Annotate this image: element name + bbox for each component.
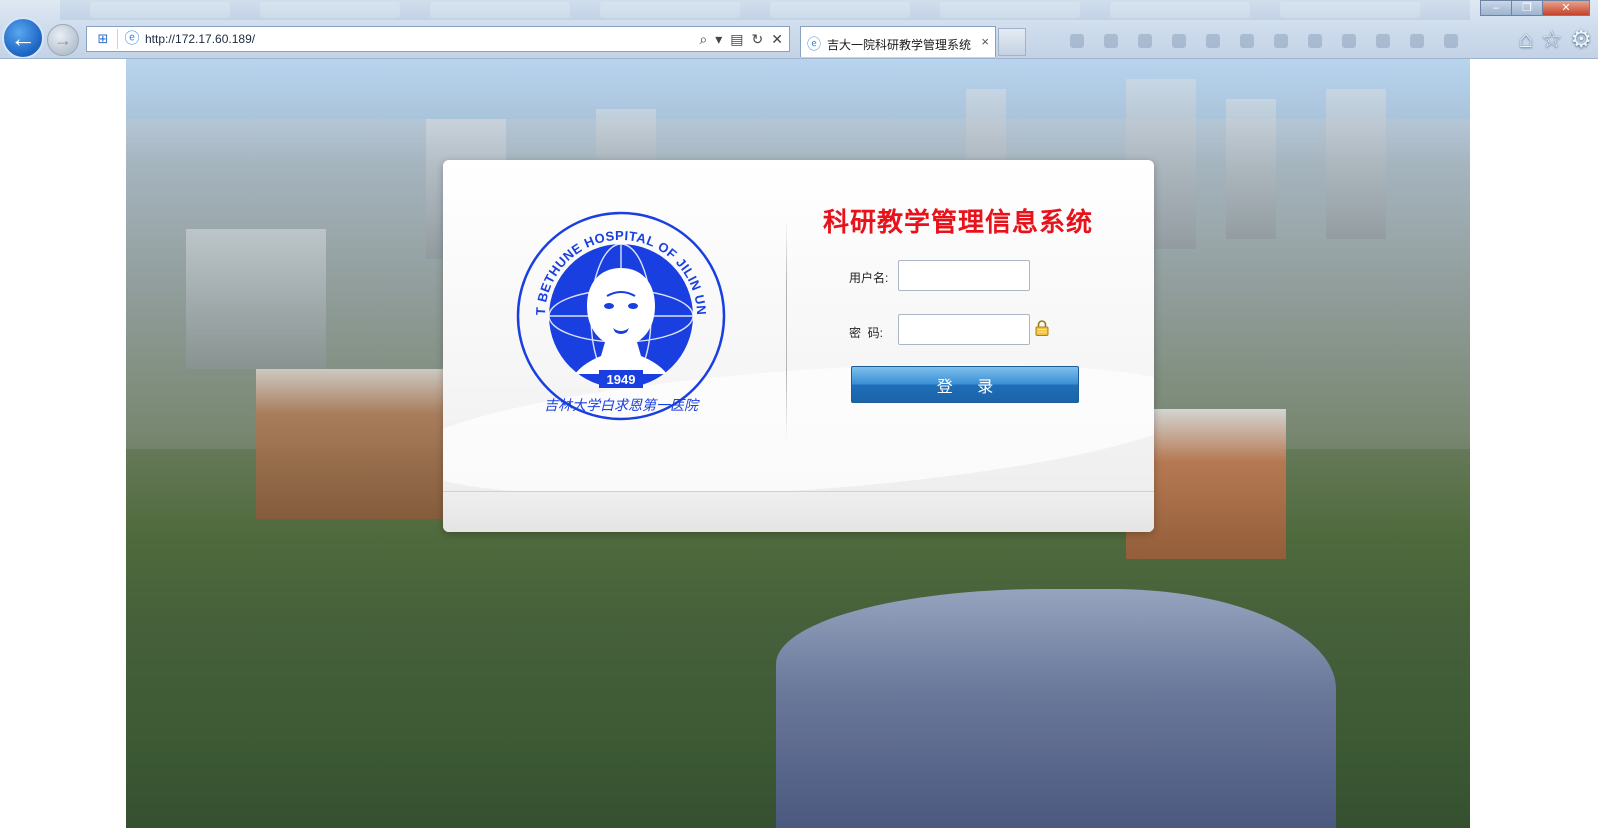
ie-page-icon: ⓔ bbox=[124, 30, 140, 47]
favorites-icon[interactable]: ☆ bbox=[1541, 26, 1563, 54]
browser-right-icons: ⌂ ☆ ⚙ bbox=[1518, 26, 1592, 54]
window-controls: – ❐ ✕ bbox=[1480, 0, 1590, 16]
seal-year: 1949 bbox=[607, 372, 636, 387]
address-url[interactable]: http://172.17.60.189/ bbox=[145, 32, 255, 46]
password-input[interactable] bbox=[898, 314, 1030, 345]
back-arrow-icon: ← bbox=[10, 22, 36, 53]
ie-tab-icon: ⓔ bbox=[807, 36, 821, 52]
login-button[interactable]: 登 录 bbox=[851, 366, 1079, 403]
browser-chrome: – ❐ ✕ ← → ⊞ ⓔ http://172.17.60.189/ ⌕ ▾ … bbox=[0, 0, 1598, 59]
hospital-seal-logo: THE FIRST BETHUNE HOSPITAL OF JILIN UNIV… bbox=[515, 210, 726, 421]
home-icon[interactable]: ⌂ bbox=[1518, 26, 1533, 54]
panel-divider bbox=[786, 218, 787, 440]
address-tools: ⌕ ▾ ▤ ↻ ✕ bbox=[699, 29, 783, 49]
back-button[interactable]: ← bbox=[2, 17, 44, 58]
command-bar-icons bbox=[1060, 30, 1480, 52]
lake bbox=[776, 589, 1336, 828]
background-tabstrip bbox=[60, 0, 1470, 20]
lock-icon[interactable] bbox=[1035, 320, 1049, 336]
refresh-icon[interactable]: ↻ bbox=[752, 29, 764, 49]
stop-icon[interactable]: ✕ bbox=[771, 29, 783, 49]
minimize-button[interactable]: – bbox=[1480, 0, 1512, 16]
username-input[interactable] bbox=[898, 260, 1030, 291]
tab-title: 吉大一院科研教学管理系统 bbox=[827, 38, 972, 52]
password-label: 密 码: bbox=[849, 326, 884, 340]
gear-icon[interactable]: ⚙ bbox=[1570, 26, 1592, 54]
restore-button[interactable]: ❐ bbox=[1511, 0, 1543, 16]
forward-button[interactable]: → bbox=[47, 24, 79, 56]
login-panel: THE FIRST BETHUNE HOSPITAL OF JILIN UNIV… bbox=[443, 160, 1154, 532]
seal-bottom-text: 吉林大学白求恩第一医院 bbox=[544, 398, 700, 414]
close-window-button[interactable]: ✕ bbox=[1542, 0, 1590, 16]
username-label: 用户名: bbox=[849, 271, 889, 285]
forward-arrow-icon: → bbox=[54, 29, 72, 50]
system-title: 科研教学管理信息系统 bbox=[823, 208, 1094, 238]
dropdown-icon[interactable]: ▾ bbox=[715, 29, 722, 49]
hospital-building-left bbox=[256, 369, 446, 519]
active-tab[interactable]: ⓔ 吉大一院科研教学管理系统 × bbox=[800, 26, 996, 57]
security-shield-icon[interactable]: ⊞ bbox=[89, 29, 118, 49]
search-icon[interactable]: ⌕ bbox=[699, 29, 707, 49]
address-bar[interactable]: ⊞ ⓔ http://172.17.60.189/ ⌕ ▾ ▤ ↻ ✕ bbox=[86, 26, 790, 52]
login-panel-footer bbox=[443, 491, 1154, 532]
new-tab-button[interactable] bbox=[998, 28, 1026, 56]
compat-view-icon[interactable]: ▤ bbox=[730, 29, 743, 49]
tab-close-icon[interactable]: × bbox=[981, 34, 989, 49]
